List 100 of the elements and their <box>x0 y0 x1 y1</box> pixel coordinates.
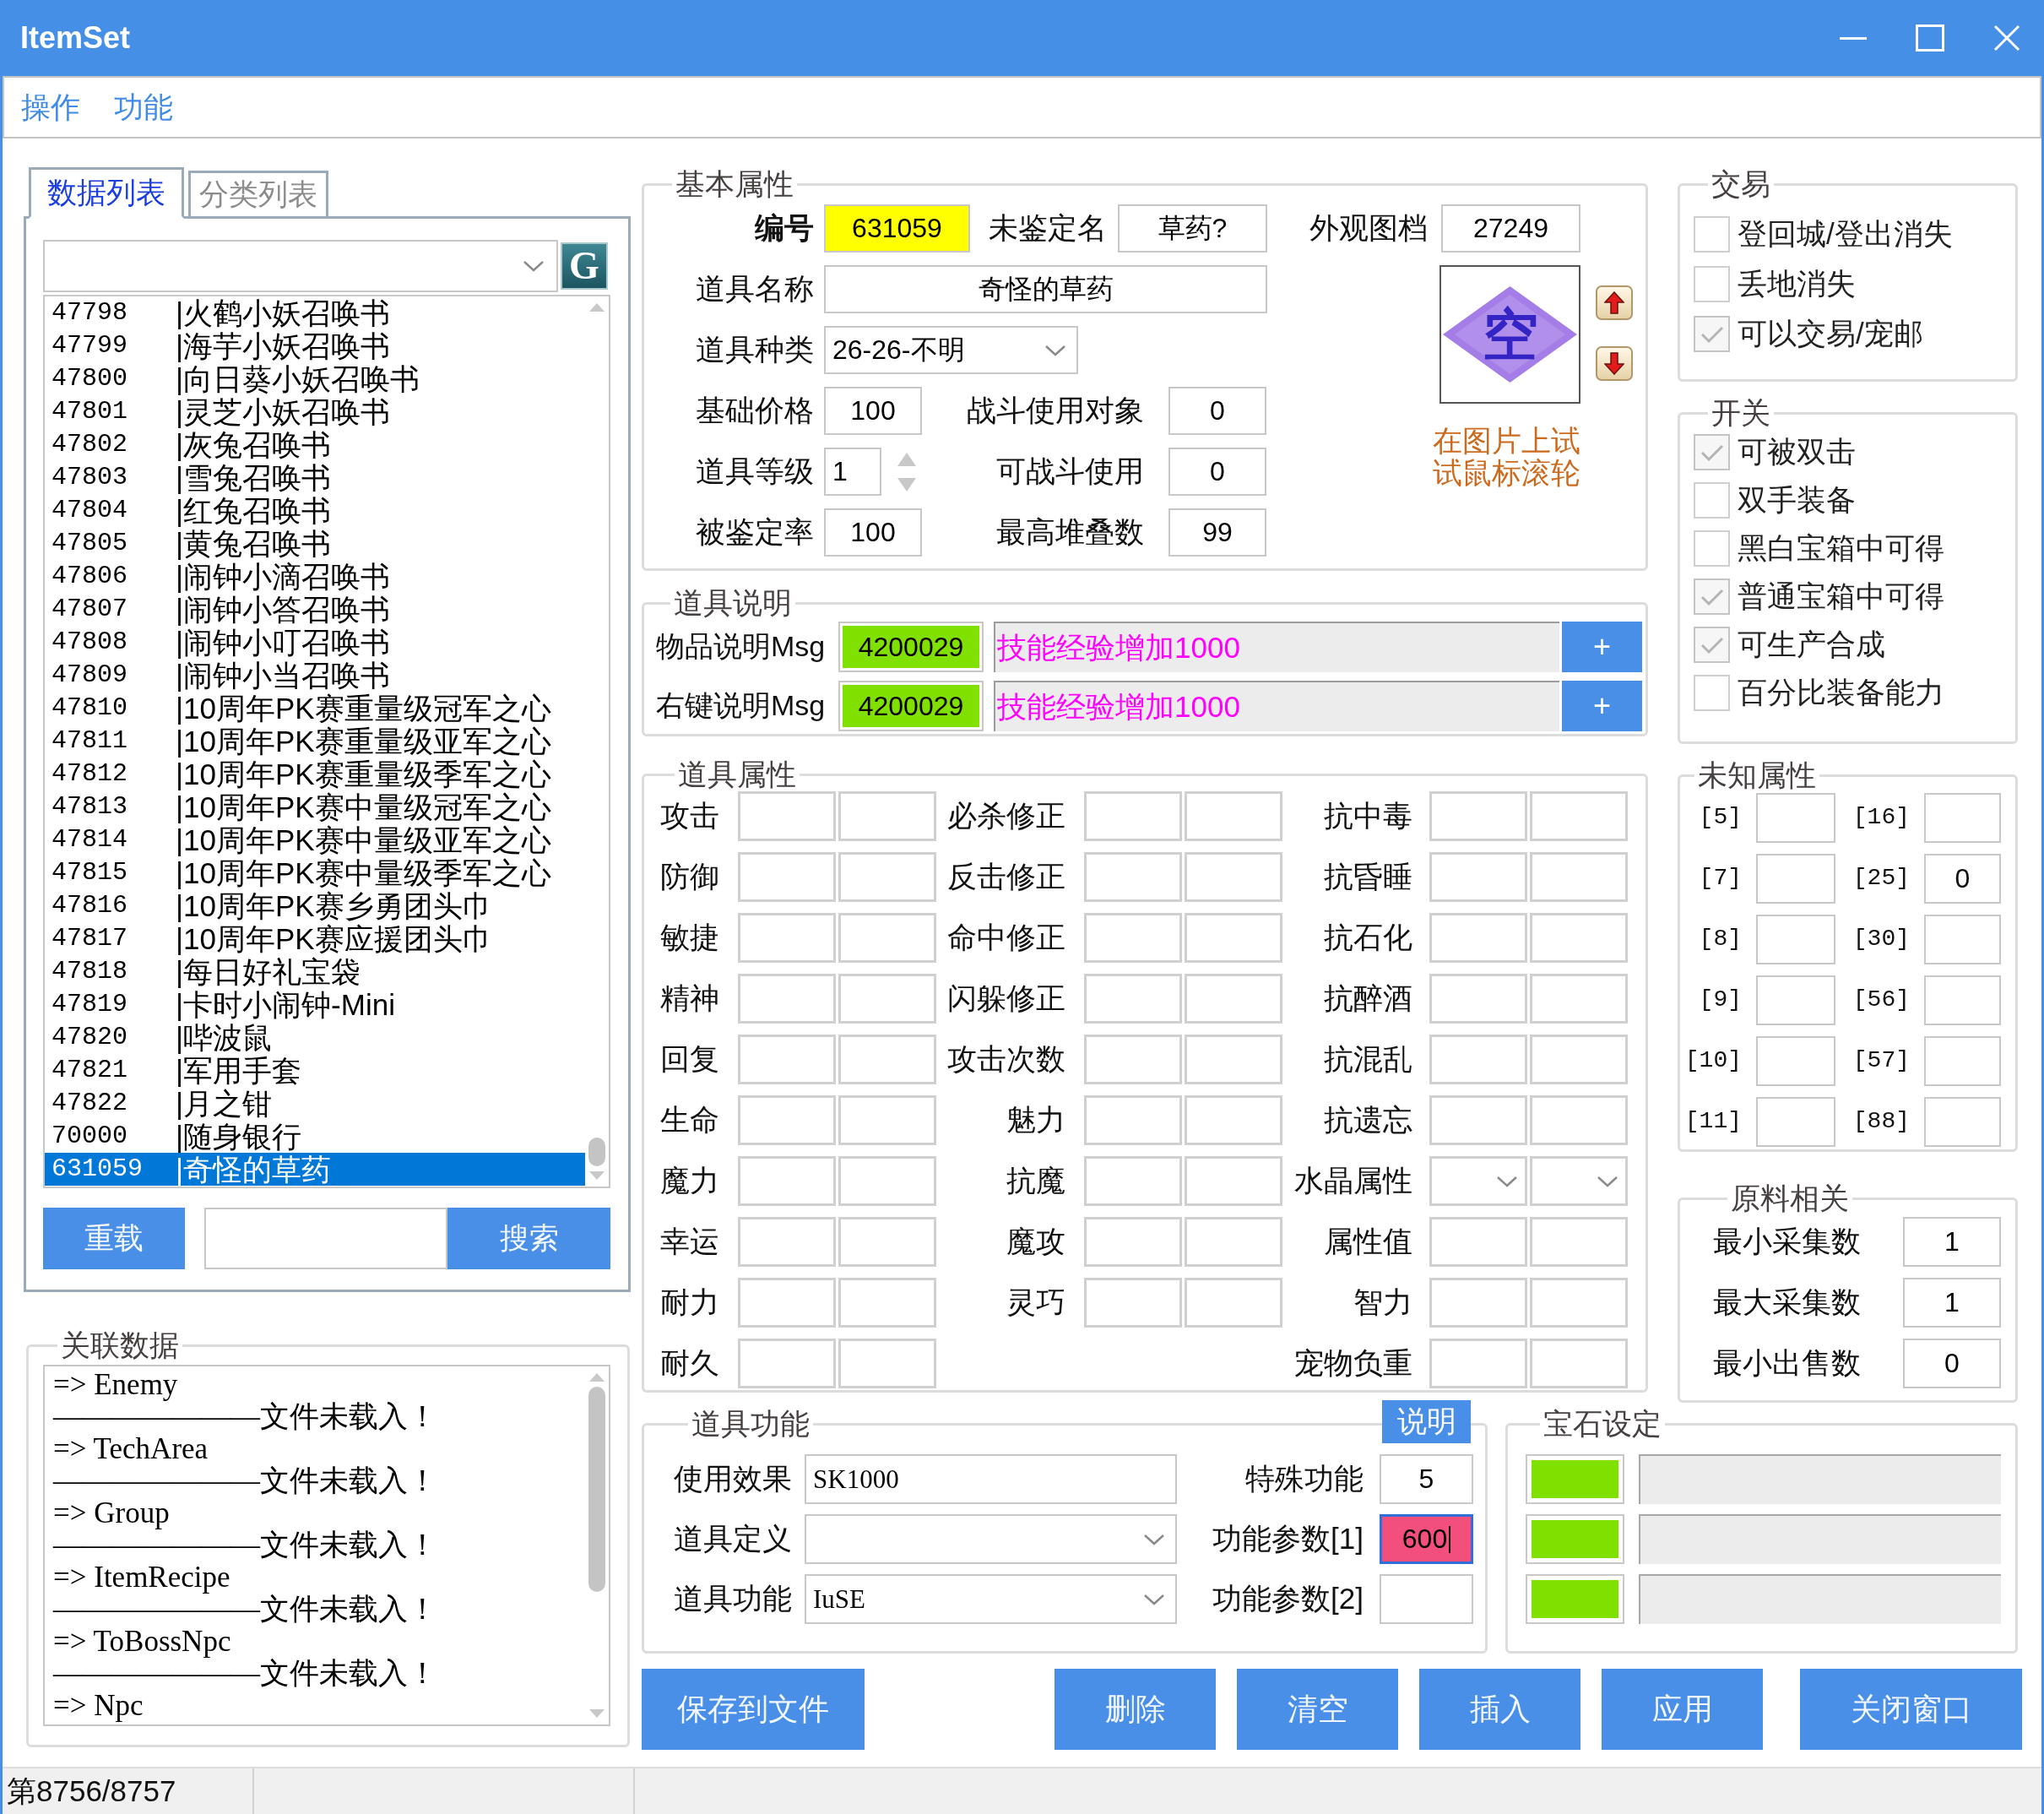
move-up-button[interactable] <box>1596 285 1633 320</box>
input-field[interactable] <box>1185 1035 1282 1084</box>
input-field[interactable] <box>1084 1095 1182 1145</box>
input-field[interactable] <box>738 1156 836 1206</box>
list-item[interactable]: 47798 |火鹤小妖召唤书 <box>45 296 585 329</box>
input-field[interactable] <box>838 852 936 902</box>
input-field[interactable] <box>838 791 936 841</box>
list-item[interactable]: 47819 |卡时小闹钟-Mini <box>45 988 585 1021</box>
input-field[interactable]: 100 <box>824 508 922 557</box>
input-field[interactable] <box>738 852 836 902</box>
input-field[interactable] <box>738 1095 836 1145</box>
input-field[interactable] <box>738 1278 836 1328</box>
input-field[interactable] <box>1530 1095 1628 1145</box>
input-field[interactable] <box>1429 913 1527 963</box>
text-field[interactable] <box>1639 1574 2001 1624</box>
input-field[interactable] <box>1185 1156 1282 1206</box>
list-item[interactable]: 47809 |闹钟小当召唤书 <box>45 659 585 692</box>
input-field[interactable] <box>1530 974 1628 1024</box>
dropdown[interactable] <box>805 1514 1177 1564</box>
input-field[interactable] <box>1380 1574 1473 1624</box>
input-field[interactable] <box>838 1035 936 1084</box>
input-field[interactable] <box>1530 1278 1628 1328</box>
list-item[interactable]: 47817 |10周年PK赛应援团头巾 <box>45 922 585 955</box>
input-field[interactable] <box>1185 791 1282 841</box>
list-item[interactable]: 47818 |每日好礼宝袋 <box>45 955 585 988</box>
input-field[interactable] <box>1084 1035 1182 1084</box>
list-item[interactable]: 47811 |10周年PK赛重量级亚军之心 <box>45 725 585 758</box>
input-field[interactable] <box>1429 1217 1527 1267</box>
list-item[interactable]: 47808 |闹钟小叮召唤书 <box>45 626 585 659</box>
checkbox[interactable] <box>1694 316 1730 352</box>
input-field[interactable] <box>1185 1278 1282 1328</box>
scroll-thumb[interactable] <box>588 1138 605 1166</box>
input-field[interactable] <box>1756 793 1835 843</box>
checkbox[interactable] <box>1694 578 1730 615</box>
checkbox[interactable] <box>1694 482 1730 519</box>
list-item[interactable]: 631059 |奇怪的草药 <box>45 1153 585 1186</box>
input-field[interactable] <box>1429 852 1527 902</box>
input-field[interactable] <box>1530 1035 1628 1084</box>
list-item[interactable]: 47806 |闹钟小滴召唤书 <box>45 560 585 593</box>
input-field[interactable] <box>738 913 836 963</box>
input-field[interactable]: 100 <box>824 387 922 435</box>
list-item[interactable]: 47820 |哔波鼠 <box>45 1021 585 1054</box>
list-item[interactable]: 47801 |灵芝小妖召唤书 <box>45 395 585 428</box>
checkbox[interactable] <box>1694 675 1730 711</box>
list-item[interactable]: 47821 |军用手套 <box>45 1054 585 1087</box>
input-field[interactable] <box>1530 852 1628 902</box>
tab[interactable]: 数据列表 <box>29 167 184 219</box>
list-item[interactable]: 47800 |向日葵小妖召唤书 <box>45 362 585 395</box>
list-item[interactable]: 47816 |10周年PK赛乡勇团头巾 <box>45 889 585 922</box>
dropdown[interactable] <box>1429 1156 1527 1206</box>
input-field[interactable] <box>838 913 936 963</box>
input-field[interactable] <box>738 1339 836 1388</box>
input-field[interactable]: 0 <box>1168 387 1266 435</box>
input-field[interactable]: 1 <box>824 448 881 496</box>
list-item[interactable]: 47804 |红兔召唤书 <box>45 494 585 527</box>
checkbox[interactable] <box>1694 530 1730 567</box>
input-field[interactable] <box>738 974 836 1024</box>
input-field[interactable] <box>1185 1217 1282 1267</box>
input-field[interactable]: SK1000 <box>805 1454 1177 1504</box>
color-field[interactable] <box>1526 1514 1624 1564</box>
scroll-thumb[interactable] <box>588 1387 605 1592</box>
input-field[interactable] <box>1084 852 1182 902</box>
list-item[interactable]: 47813 |10周年PK赛中量级冠军之心 <box>45 790 585 823</box>
input-field[interactable] <box>1429 1278 1527 1328</box>
input-field[interactable] <box>838 974 936 1024</box>
input-field[interactable] <box>1185 1095 1282 1145</box>
input-field[interactable] <box>1429 1095 1527 1145</box>
input-field[interactable] <box>1530 1339 1628 1388</box>
dropdown[interactable] <box>1530 1156 1628 1206</box>
color-field[interactable] <box>1526 1454 1624 1504</box>
input-field[interactable]: 奇怪的草药 <box>824 265 1267 313</box>
input-field[interactable] <box>1084 1278 1182 1328</box>
input-field[interactable] <box>1185 852 1282 902</box>
input-field[interactable] <box>1924 1036 2001 1086</box>
list-item[interactable]: 47807 |闹钟小答召唤书 <box>45 593 585 626</box>
input-field[interactable] <box>738 1217 836 1267</box>
input-field[interactable]: 27249 <box>1441 204 1580 253</box>
checkbox[interactable] <box>1694 434 1730 470</box>
input-field[interactable] <box>1924 975 2001 1025</box>
input-field[interactable] <box>1185 974 1282 1024</box>
input-field[interactable]: 0 <box>1924 854 2001 904</box>
input-field[interactable]: 草药? <box>1118 204 1267 253</box>
input-field[interactable] <box>1084 913 1182 963</box>
input-field[interactable]: 1 <box>1903 1217 2001 1267</box>
input-field[interactable] <box>1429 1035 1527 1084</box>
input-field[interactable] <box>1084 1156 1182 1206</box>
input-field[interactable] <box>1530 913 1628 963</box>
input-field[interactable] <box>1756 915 1835 964</box>
input-field[interactable] <box>1185 913 1282 963</box>
checkbox[interactable] <box>1694 266 1730 302</box>
maximize-icon[interactable] <box>1916 24 1944 52</box>
input-field[interactable] <box>1084 1217 1182 1267</box>
scroll-down-icon[interactable] <box>589 1709 605 1718</box>
search-field[interactable] <box>204 1208 447 1269</box>
input-field[interactable] <box>838 1156 936 1206</box>
list-item[interactable]: 70000 |随身银行 <box>45 1120 585 1153</box>
input-field[interactable]: 600 <box>1380 1514 1473 1564</box>
g-button[interactable]: G <box>561 242 608 290</box>
close-icon[interactable] <box>1993 24 2020 52</box>
list-item[interactable]: 47812 |10周年PK赛重量级季军之心 <box>45 758 585 790</box>
